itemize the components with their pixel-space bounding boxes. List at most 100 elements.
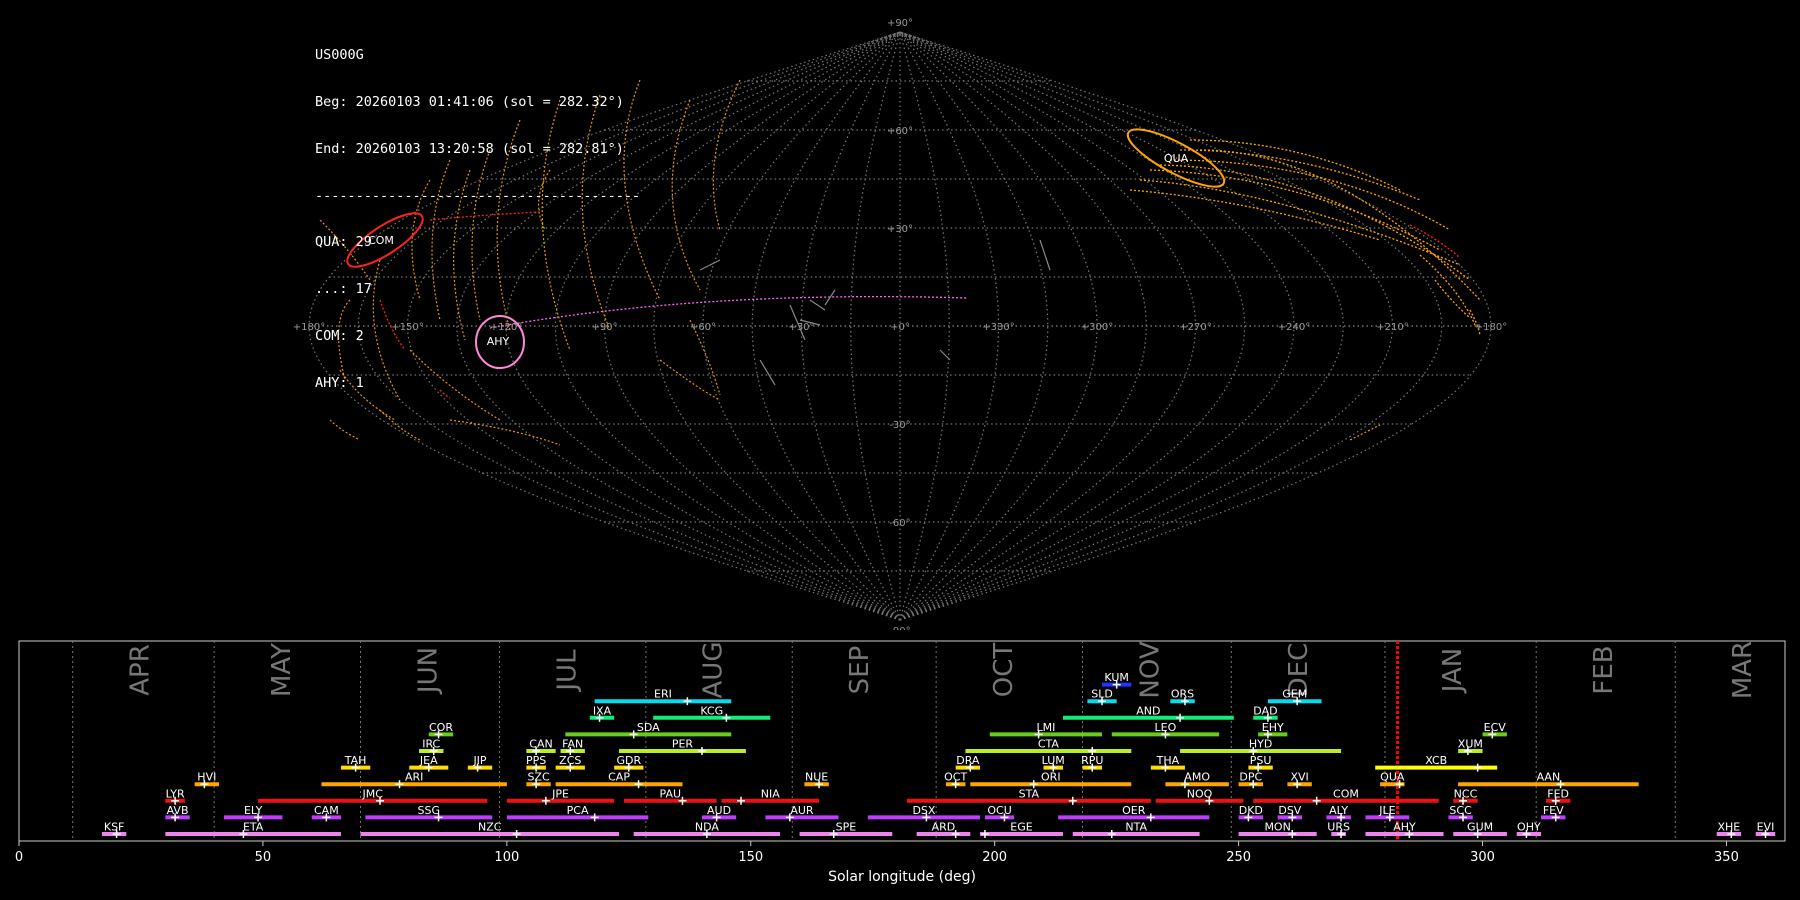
meteor-trace [759,359,776,386]
meridian [603,31,901,621]
shower-label-evi: EVI [1757,821,1775,834]
latitude-label: -60° [889,518,910,529]
shower-label-ncc: NCC [1454,787,1478,800]
shower-label-rpu: RPU [1081,754,1103,767]
month-label-mar: MAR [1728,641,1758,699]
shower-label-pps: PPS [526,754,546,767]
shower-label-ori: ORI [1041,771,1061,784]
shower-label-fan: FAN [562,738,583,751]
meteor-trace [671,99,701,291]
shower-label-ohy: OHY [1517,821,1541,834]
info-panel: US000G Beg: 20260103 01:41:06 (sol = 282… [315,17,640,407]
shower-label-cap: CAP [608,771,630,784]
shower-label-urs: URS [1327,821,1350,834]
longitude-label: +0° [890,322,910,333]
shower-label-scc: SCC [1449,804,1472,817]
shower-label-ksf: KSF [104,821,125,834]
shower-label-avb: AVB [167,804,189,817]
shower-label-pca: PCA [567,804,589,817]
shower-timeline-chart: APR MAY JUN JUL AUG SEP OCT NOV DEC JAN FEB MAR KSF… [15,640,1786,885]
month-label-apr: APR [125,644,155,696]
bar-layer: KSF ETA NZC NDA SPE ARD EGE NTA MON URS AHY GUM OHY X… [101,671,1776,838]
shower-label-jle: JLE [1378,804,1395,817]
month-label-may: MAY [267,643,297,697]
longitude-label: +180° [1475,322,1507,333]
shower-label-tha: THA [1156,754,1180,767]
month-label-jun: JUN [413,647,443,695]
meteor-trace [1199,149,1481,301]
meteor-trace [1039,239,1051,271]
x-tick-label: 200 [982,850,1007,865]
x-tick-label: 350 [1714,850,1739,865]
count-other: ...: 17 [315,281,372,298]
x-tick-label: 50 [255,850,272,865]
month-label-jul: JUL [552,649,582,693]
meteor-trace [1409,224,1461,259]
month-label-aug: AUG [699,642,729,699]
shower-label-oer: OER [1122,804,1146,817]
tick-layer: 0 50 100 150 200 250 300 350 [15,841,1739,865]
count-ahy: AHY: 1 [315,374,364,391]
shower-label-and: AND [1136,704,1160,717]
longitude-label: +60° [690,322,716,333]
longitude-label: +270° [1179,322,1211,333]
x-axis-label: Solar longitude (deg) [828,869,976,885]
shower-label-cor: COR [429,721,453,734]
meteor-trace [809,299,826,311]
meteor-trace [659,359,721,401]
shower-label-jip: JIP [472,754,486,767]
shower-label-pau: PAU [660,787,682,800]
shower-label-szc: SZC [527,771,550,784]
info-divider: ---------------------------------------- [315,187,641,204]
shower-label-nda: NDA [695,821,720,834]
end-time: End: 20260103 13:20:58 (sol = 282.81°) [315,140,624,157]
shower-label-aan: AAN [1537,771,1561,784]
shower-label-xvi: XVI [1290,771,1308,784]
shower-label-xhe: XHE [1718,821,1741,834]
shower-label-fev: FEV [1543,804,1564,817]
shower-label-xcb: XCB [1425,754,1447,767]
shower-label-nzc: NZC [478,821,502,834]
shower-label-sda: SDA [637,721,660,734]
shower-label-mon: MON [1264,821,1290,834]
shower-label-dpc: DPC [1239,771,1262,784]
shower-label-spe: SPE [836,821,857,834]
shower-label-nue: NUE [805,771,828,784]
shower-label-ssg: SSG [418,804,441,817]
shower-label-nta: NTA [1125,821,1147,834]
shower-label-fed: FED [1547,787,1569,800]
meteor-trace [1419,254,1476,326]
shower-label-hyd: HYD [1249,738,1272,751]
shower-label-amo: AMO [1184,771,1210,784]
meteor-trace [449,419,561,446]
latitude-label: +90° [887,18,913,29]
shower-label-kum: KUM [1104,671,1128,684]
shower-label-ely: ELY [244,804,263,817]
shower-label-sta: STA [1019,787,1040,800]
month-label-feb: FEB [1589,645,1619,694]
month-label-nov: NOV [1135,641,1165,698]
shower-label-noo: NOO [1187,787,1213,800]
longitude-label: +30° [788,322,814,333]
shower-label-ehy: EHY [1262,721,1284,734]
shower-label-tah: TAH [344,754,367,767]
shower-label-qua: QUA [1380,771,1405,784]
shower-label-lmi: LMI [1036,721,1055,734]
shower-label-ege: EGE [1010,821,1032,834]
shower-label-cta: CTA [1038,738,1060,751]
station-code: US000G [315,47,364,64]
meteor-trace [329,419,361,441]
month-label-jan: JAN [1438,648,1468,694]
shower-label-xum: XUM [1458,738,1483,751]
shower-label-gum: GUM [1467,821,1493,834]
shower-label-dra: DRA [956,754,980,767]
meteor-trace [1159,164,1471,281]
longitude-label: +300° [1081,322,1113,333]
shower-label-jmc: JMC [361,787,383,800]
x-tick-label: 300 [1470,850,1495,865]
shower-label-aur: AUR [790,804,814,817]
begin-time: Beg: 20260103 01:41:06 (sol = 282.32°) [315,93,624,110]
shower-label-eri: ERI [654,688,672,701]
shower-label-ors: ORS [1171,688,1194,701]
x-tick-label: 150 [738,850,763,865]
